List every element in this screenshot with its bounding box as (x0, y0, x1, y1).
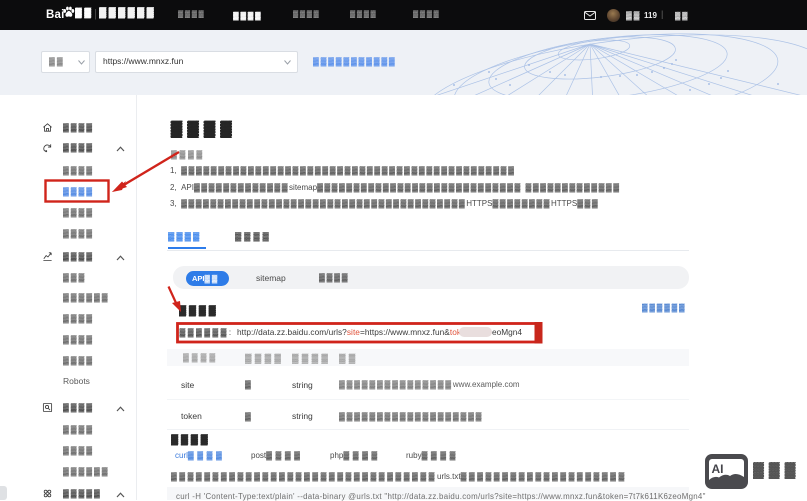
svg-text:AI: AI (712, 462, 724, 476)
